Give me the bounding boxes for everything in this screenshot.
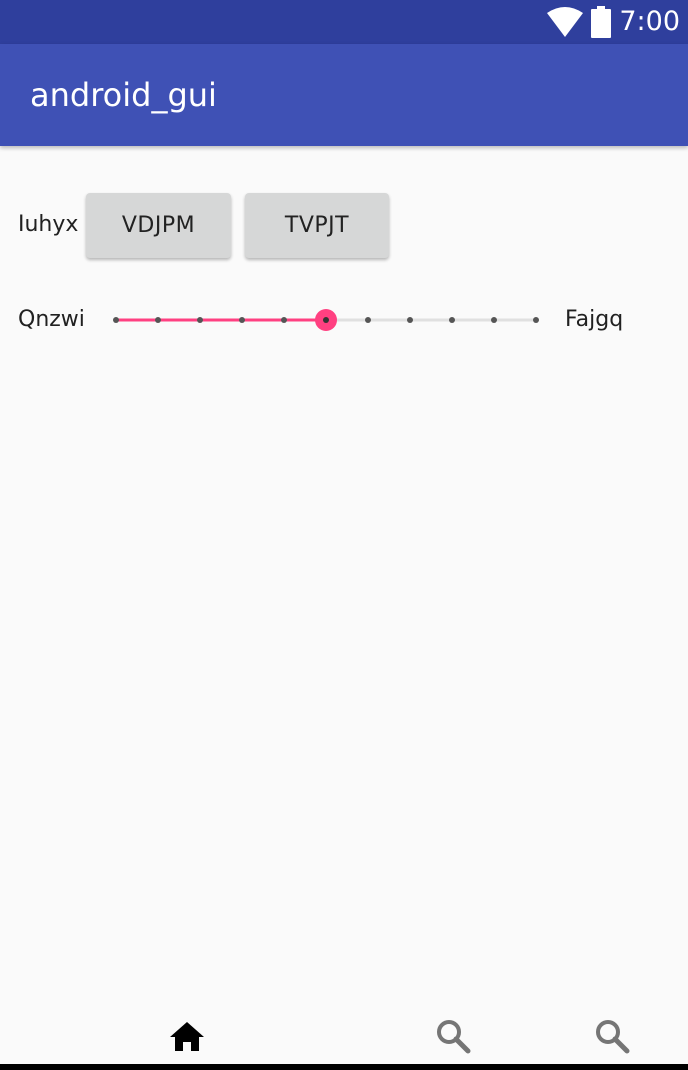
seekbar-tick [491, 317, 497, 323]
nav-search-2[interactable] [572, 1010, 652, 1066]
seekbar[interactable] [100, 300, 550, 340]
seekbar-tick [449, 317, 455, 323]
tvpjt-button[interactable]: TVPJT [245, 193, 389, 258]
search-icon [594, 1018, 630, 1059]
home-icon [169, 1020, 205, 1057]
navigation-bar-edge [0, 1064, 688, 1070]
seekbar-tick [113, 317, 119, 323]
seekbar-thumb-tick [323, 317, 329, 323]
vdjpm-button[interactable]: VDJPM [86, 193, 231, 258]
nav-home[interactable] [147, 1010, 227, 1066]
app-title: android_gui [30, 76, 217, 114]
seekbar-tick [365, 317, 371, 323]
app-bar: android_gui [0, 44, 688, 146]
nav-search[interactable] [413, 1010, 493, 1066]
status-time: 7:00 [619, 6, 680, 37]
seekbar-tick [407, 317, 413, 323]
status-bar: 7:00 [0, 0, 688, 44]
seekbar-tick [281, 317, 287, 323]
search-icon [435, 1018, 471, 1059]
row-label: Iuhyx [18, 212, 79, 237]
seekbar-min-label: Qnzwi [18, 307, 85, 332]
battery-icon [591, 6, 612, 38]
seekbar-tick [239, 317, 245, 323]
seekbar-tick [533, 317, 539, 323]
status-icons: 7:00 [547, 0, 680, 44]
wifi-icon [547, 7, 584, 37]
bottom-navigation [0, 1010, 688, 1070]
seekbar-tick [197, 317, 203, 323]
seekbar-max-label: Fajgq [565, 307, 624, 332]
seekbar-tick [155, 317, 161, 323]
